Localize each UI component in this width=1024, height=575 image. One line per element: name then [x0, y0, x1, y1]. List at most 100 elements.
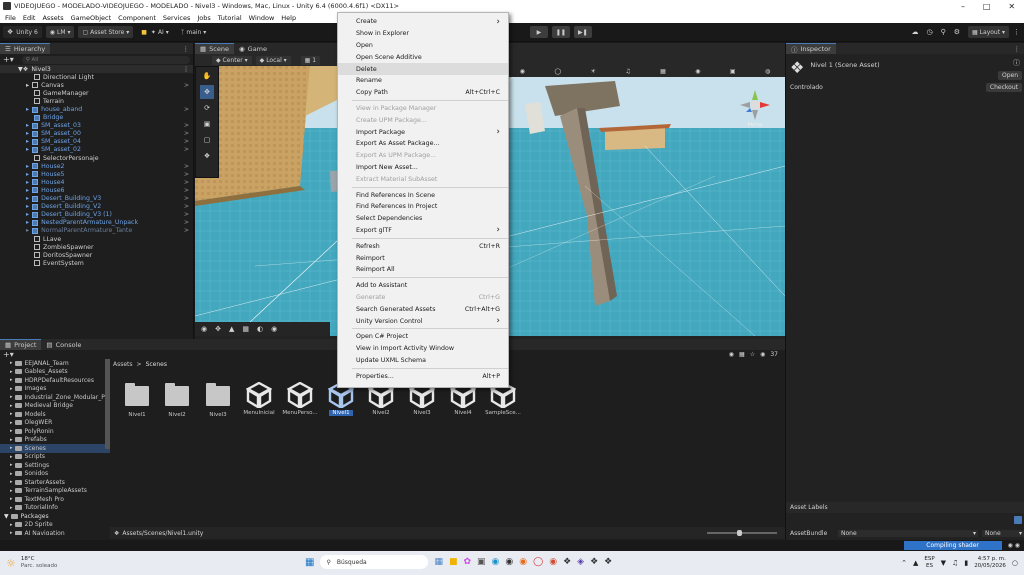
expand-arrow-icon[interactable]: ▸ — [26, 211, 29, 218]
gizmos-icon[interactable]: ◍ — [765, 68, 770, 75]
context-menu-item[interactable]: Open C# Project — [338, 331, 508, 343]
prefab-open-icon[interactable]: > — [184, 187, 189, 194]
context-menu-item[interactable]: Create UPM Package... — [338, 114, 508, 126]
store-icon[interactable]: ▣ — [477, 557, 486, 567]
asset-item[interactable]: MenuPerso... — [281, 382, 319, 416]
volume-icon[interactable]: ♫ — [952, 559, 958, 567]
ai-button[interactable]: ■ ✦ AI ▾ — [137, 26, 173, 38]
context-menu-item[interactable]: Refresh Ctrl+R — [338, 240, 508, 252]
unity-hub-icon[interactable]: ❖ — [563, 557, 571, 567]
audio-icon[interactable]: ♫ — [625, 68, 630, 75]
hierarchy-item[interactable]: ▸ Desert_Building_V2 > — [0, 203, 193, 211]
prefab-open-icon[interactable]: > — [184, 211, 189, 218]
unity-editor-icon[interactable]: ❖ — [590, 557, 598, 567]
menu-tutorial[interactable]: Tutorial — [218, 14, 242, 22]
expand-arrow-icon[interactable]: ▸ — [10, 411, 13, 417]
prefab-open-icon[interactable]: > — [184, 163, 189, 170]
clock[interactable]: 4:57 p. m. 20/05/2026 — [974, 556, 1006, 570]
context-menu-item[interactable]: View in Import Activity Window — [338, 343, 508, 355]
orientation-gizmo[interactable]: Persp — [735, 88, 775, 134]
visibility-icon[interactable]: ◉ — [695, 68, 700, 75]
windows-start-icon[interactable]: ▦ — [305, 557, 314, 568]
hierarchy-item[interactable]: ▸ SM_asset_02 > — [0, 146, 193, 154]
search-icon[interactable]: ⚲ — [941, 28, 946, 36]
hierarchy-item[interactable]: ▸ SM_asset_03 > — [0, 122, 193, 130]
taskbar-search[interactable]: ⚲ Búsqueda — [320, 555, 429, 569]
context-menu-item[interactable]: Export As Asset Package... — [338, 138, 508, 150]
hierarchy-item[interactable]: SelectorPersonaje — [0, 154, 193, 162]
pivot-dropdown[interactable]: ◆ Center ▾ — [212, 55, 252, 65]
taskview-icon[interactable]: ▦ — [434, 557, 443, 567]
tree-package[interactable]: ▸ 2D Sprite — [0, 521, 110, 530]
space-dropdown[interactable]: ◆ Local ▾ — [255, 55, 291, 65]
tree-folder[interactable]: ▸ Images — [0, 385, 110, 394]
more-icon[interactable]: ⋮ — [1013, 28, 1020, 36]
asset-variant-dropdown[interactable]: None ▾ — [982, 529, 1024, 537]
context-menu-item[interactable]: Extract Material SubAsset — [338, 173, 508, 185]
hierarchy-item[interactable]: ▸ Desert_Building_V3 > — [0, 195, 193, 203]
menu-edit[interactable]: Edit — [23, 14, 36, 22]
tree-folder[interactable]: ▸ Medieval Bridge — [0, 402, 110, 411]
hierarchy-item[interactable]: EventSystem — [0, 259, 193, 267]
wifi-icon[interactable]: ▼ — [941, 559, 946, 567]
context-menu-item[interactable]: Unity Version Control › — [338, 315, 508, 327]
menu-component[interactable]: Component — [118, 14, 156, 22]
hierarchy-item[interactable]: GameManager — [0, 89, 193, 97]
hierarchy-item[interactable]: DoritosSpawner — [0, 251, 193, 259]
prefab-open-icon[interactable]: > — [184, 82, 189, 89]
context-menu-item[interactable]: Show in Explorer — [338, 28, 508, 40]
expand-arrow-icon[interactable]: ▸ — [10, 360, 13, 366]
overlay-icon-3[interactable]: ▲ — [229, 325, 234, 333]
hierarchy-item[interactable]: Terrain — [0, 97, 193, 105]
overlay-icon-4[interactable]: ▦ — [242, 325, 249, 333]
weather-widget[interactable]: ☼ 18°C Parc. soleado — [6, 556, 57, 570]
breadcrumb-scenes[interactable]: Scenes — [146, 361, 167, 368]
expand-arrow-icon[interactable]: ▸ — [26, 227, 29, 234]
move-tool-icon[interactable]: ✥ — [200, 85, 214, 99]
checkout-button[interactable]: Checkout — [985, 83, 1022, 92]
unity-version-button[interactable]: ❖ Unity 6 — [3, 26, 42, 38]
tree-folder[interactable]: ▸ StarterAssets — [0, 478, 110, 487]
expand-arrow-icon[interactable]: ▸ — [26, 82, 29, 89]
menu-gameobject[interactable]: GameObject — [71, 14, 112, 22]
hierarchy-item[interactable]: ▸ House6 > — [0, 186, 193, 194]
expand-arrow-icon[interactable]: ▸ — [26, 106, 29, 113]
breadcrumb-assets[interactable]: Assets — [113, 361, 133, 368]
step-button[interactable]: ▶❚ — [573, 26, 592, 38]
hierarchy-item[interactable]: ▸ NormalParentArmature_Tante > — [0, 227, 193, 235]
hierarchy-item[interactable]: ▸ Canvas > — [0, 81, 193, 89]
tree-folder[interactable]: ▸ Sonidos — [0, 470, 110, 479]
tab-inspector[interactable]: ⓘ Inspector — [786, 43, 836, 54]
tree-package[interactable]: ▸ AI Navigation — [0, 529, 110, 535]
context-menu-item[interactable]: Open — [338, 40, 508, 52]
tree-folder[interactable]: ▸ HDRPDefaultResources — [0, 376, 110, 385]
language-indicator[interactable]: ESP ES — [924, 556, 934, 570]
transform-tool-icon[interactable]: ❖ — [200, 149, 214, 163]
tree-folder[interactable]: ▸ Gables_Assets — [0, 368, 110, 377]
opera-icon[interactable]: ◯ — [533, 557, 543, 567]
help-icon[interactable]: ⓘ — [1013, 58, 1020, 68]
icon-size-slider[interactable] — [707, 530, 777, 536]
expand-arrow-icon[interactable]: ▸ — [26, 179, 29, 186]
menu-assets[interactable]: Assets — [42, 14, 63, 22]
prefab-open-icon[interactable]: > — [184, 203, 189, 210]
expand-arrow-icon[interactable]: ▸ — [10, 386, 13, 392]
context-menu-item[interactable]: Delete — [338, 63, 508, 75]
wireframe-icon[interactable]: ◯ — [554, 68, 561, 75]
context-menu-item[interactable]: Reimport All — [338, 264, 508, 276]
tree-folder[interactable]: ▸ Prefabs — [0, 436, 110, 445]
lighting-icon[interactable]: ☀ — [591, 68, 596, 75]
prefab-open-icon[interactable]: > — [184, 195, 189, 202]
edge-icon[interactable]: ◉ — [492, 557, 500, 567]
tree-folder[interactable]: ▸ TextMesh Pro — [0, 495, 110, 504]
hierarchy-item[interactable]: ▸ SM_asset_04 > — [0, 138, 193, 146]
maximize-icon[interactable]: □ — [983, 2, 991, 11]
scene-menu-icon[interactable]: ⋮ — [183, 66, 189, 73]
tree-folder[interactable]: ▸ TerrainSampleAssets — [0, 487, 110, 496]
prefab-open-icon[interactable]: > — [184, 138, 189, 145]
prefab-open-icon[interactable]: > — [184, 146, 189, 153]
hierarchy-item[interactable]: ▸ NestedParentArmature_Unpack > — [0, 219, 193, 227]
cloud-icon[interactable]: ☁ — [911, 28, 918, 36]
settings-icon[interactable]: ⚙ — [954, 28, 960, 36]
notification-icon[interactable]: ○ — [1012, 559, 1018, 567]
